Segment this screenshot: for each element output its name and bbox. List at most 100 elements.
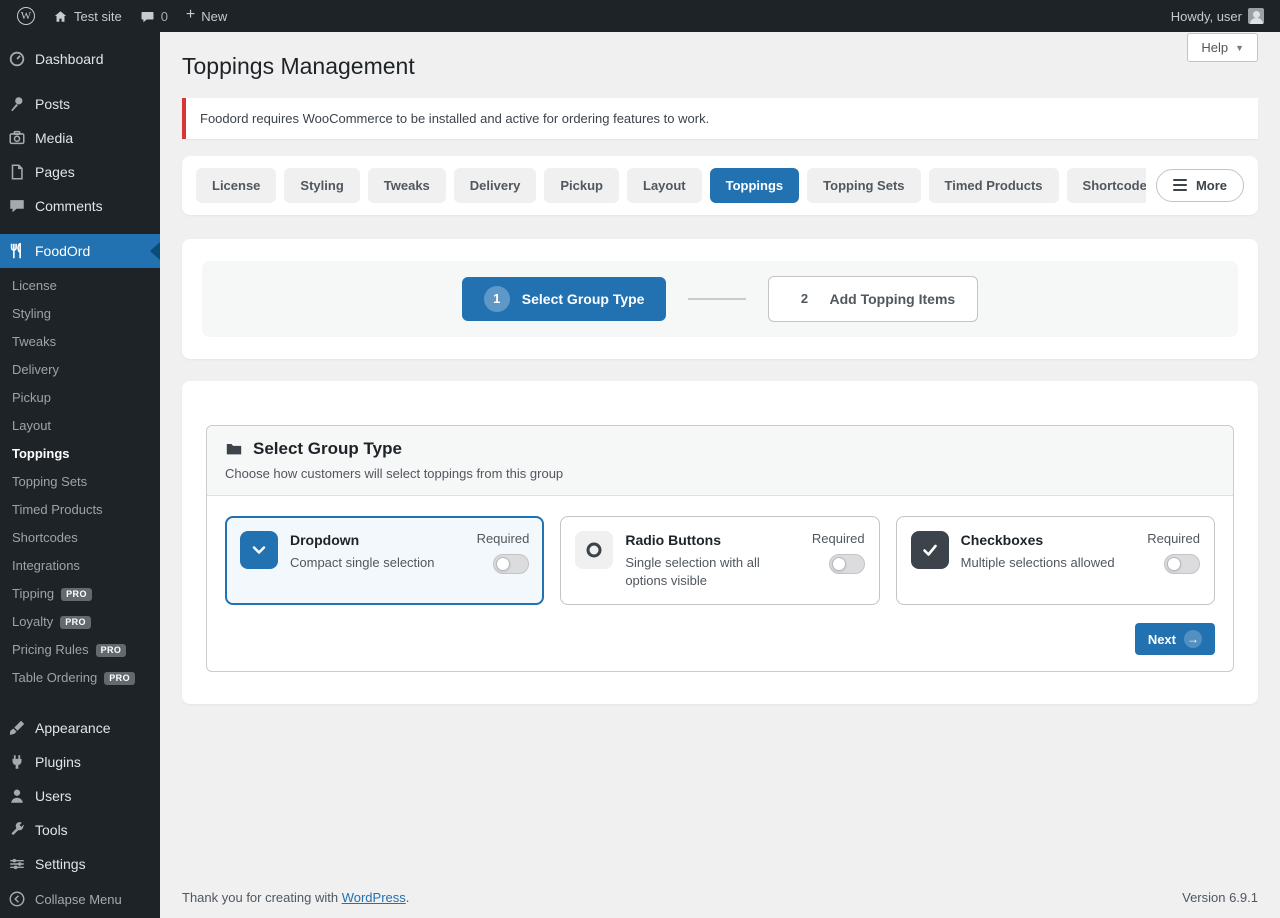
sidebar-item-label: Settings bbox=[35, 855, 86, 873]
submenu-label: Delivery bbox=[12, 363, 59, 377]
submenu-item-shortcodes[interactable]: Shortcodes bbox=[0, 524, 160, 552]
group-type-card: Select Group Type Choose how customers w… bbox=[182, 381, 1258, 704]
dashboard-icon bbox=[8, 50, 26, 68]
required-toggle[interactable] bbox=[1164, 554, 1200, 574]
account-menu[interactable]: Howdy, user bbox=[1171, 0, 1264, 32]
stepper: 1 Select Group Type 2 Add Topping Items bbox=[202, 261, 1238, 337]
tab-tweaks[interactable]: Tweaks bbox=[368, 168, 446, 203]
tab-topping-sets[interactable]: Topping Sets bbox=[807, 168, 920, 203]
main-content: Help ▼ Toppings Management Foodord requi… bbox=[160, 32, 1280, 918]
submenu-item-styling[interactable]: Styling bbox=[0, 300, 160, 328]
tab-license[interactable]: License bbox=[196, 168, 276, 203]
submenu-label: Pickup bbox=[12, 391, 51, 405]
brush-icon bbox=[8, 719, 26, 737]
submenu-item-pricing-rules[interactable]: Pricing RulesPRO bbox=[0, 636, 160, 664]
step-add-topping-items[interactable]: 2 Add Topping Items bbox=[768, 276, 978, 322]
submenu-item-delivery[interactable]: Delivery bbox=[0, 356, 160, 384]
person-icon bbox=[8, 787, 26, 805]
notice-text: Foodord requires WooCommerce to be insta… bbox=[200, 111, 709, 126]
folder-icon bbox=[225, 440, 243, 458]
checkmark-icon bbox=[911, 531, 949, 569]
panel-header: Select Group Type Choose how customers w… bbox=[207, 426, 1233, 496]
submenu-label: Shortcodes bbox=[12, 531, 78, 545]
hamburger-icon bbox=[1173, 179, 1187, 191]
submenu-item-integrations[interactable]: Integrations bbox=[0, 552, 160, 580]
tab-shortcodes[interactable]: Shortcodes bbox=[1067, 168, 1146, 203]
option-checkboxes[interactable]: Checkboxes Multiple selections allowed R… bbox=[896, 516, 1215, 605]
step-select-group-type[interactable]: 1 Select Group Type bbox=[462, 277, 667, 321]
submenu-label: Timed Products bbox=[12, 503, 103, 517]
group-type-panel: Select Group Type Choose how customers w… bbox=[206, 425, 1234, 672]
sidebar-item-label: Users bbox=[35, 787, 72, 805]
required-label: Required bbox=[477, 531, 530, 546]
help-label: Help bbox=[1201, 40, 1228, 55]
tabs-strip: License Styling Tweaks Delivery Pickup L… bbox=[196, 168, 1146, 203]
panel-body: Dropdown Compact single selection Requir… bbox=[207, 496, 1233, 671]
submenu-item-layout[interactable]: Layout bbox=[0, 412, 160, 440]
step-connector bbox=[688, 298, 746, 300]
tab-delivery[interactable]: Delivery bbox=[454, 168, 537, 203]
help-dropdown[interactable]: Help ▼ bbox=[1187, 33, 1258, 62]
more-tabs-button[interactable]: More bbox=[1156, 169, 1244, 202]
submenu-item-tipping[interactable]: TippingPRO bbox=[0, 580, 160, 608]
foodord-submenu: License Styling Tweaks Delivery Pickup L… bbox=[0, 268, 160, 700]
footer-version: Version 6.9.1 bbox=[1182, 890, 1258, 905]
required-toggle[interactable] bbox=[829, 554, 865, 574]
wordpress-link[interactable]: WordPress bbox=[342, 890, 406, 905]
plug-icon bbox=[8, 753, 26, 771]
comment-bubble-icon bbox=[140, 9, 155, 24]
sidebar-item-posts[interactable]: Posts bbox=[0, 87, 160, 121]
required-label: Required bbox=[812, 531, 865, 546]
submenu-label: Topping Sets bbox=[12, 475, 87, 489]
option-radio-buttons[interactable]: Radio Buttons Single selection with all … bbox=[560, 516, 879, 605]
sidebar-item-appearance[interactable]: Appearance bbox=[0, 711, 160, 745]
option-description: Multiple selections allowed bbox=[961, 554, 1136, 572]
site-name-menu[interactable]: Test site bbox=[44, 0, 131, 32]
new-content-menu[interactable]: + New bbox=[177, 0, 236, 32]
sidebar-item-users[interactable]: Users bbox=[0, 779, 160, 813]
menu-separator bbox=[0, 76, 160, 87]
step-label: Add Topping Items bbox=[829, 291, 955, 307]
tab-styling[interactable]: Styling bbox=[284, 168, 359, 203]
next-button[interactable]: Next → bbox=[1135, 623, 1215, 655]
tab-pickup[interactable]: Pickup bbox=[544, 168, 619, 203]
sidebar-item-label: Plugins bbox=[35, 753, 81, 771]
menu-separator bbox=[0, 223, 160, 234]
submenu-label: Styling bbox=[12, 307, 51, 321]
submenu-label: Tweaks bbox=[12, 335, 56, 349]
required-toggle[interactable] bbox=[493, 554, 529, 574]
sidebar-item-plugins[interactable]: Plugins bbox=[0, 745, 160, 779]
sidebar-item-dashboard[interactable]: Dashboard bbox=[0, 42, 160, 76]
tab-layout[interactable]: Layout bbox=[627, 168, 702, 203]
camera-icon bbox=[8, 129, 26, 147]
submenu-item-license[interactable]: License bbox=[0, 272, 160, 300]
sidebar-item-settings[interactable]: Settings bbox=[0, 847, 160, 881]
site-name-label: Test site bbox=[74, 9, 122, 24]
collapse-menu-button[interactable]: Collapse Menu bbox=[0, 881, 160, 918]
option-title: Dropdown bbox=[290, 532, 465, 548]
submenu-label: Integrations bbox=[12, 559, 80, 573]
submenu-item-topping-sets[interactable]: Topping Sets bbox=[0, 468, 160, 496]
submenu-item-tweaks[interactable]: Tweaks bbox=[0, 328, 160, 356]
collapse-arrow-icon bbox=[8, 890, 26, 908]
sidebar-item-foodord[interactable]: FoodOrd bbox=[0, 234, 160, 268]
sidebar-item-comments[interactable]: Comments bbox=[0, 189, 160, 223]
submenu-item-table-ordering[interactable]: Table OrderingPRO bbox=[0, 664, 160, 692]
sidebar-item-tools[interactable]: Tools bbox=[0, 813, 160, 847]
tab-timed-products[interactable]: Timed Products bbox=[929, 168, 1059, 203]
comments-bubble-menu[interactable]: 0 bbox=[131, 0, 177, 32]
submenu-item-toppings[interactable]: Toppings bbox=[0, 440, 160, 468]
sidebar-item-label: Dashboard bbox=[35, 50, 104, 68]
option-description: Single selection with all options visibl… bbox=[625, 554, 800, 590]
option-dropdown[interactable]: Dropdown Compact single selection Requir… bbox=[225, 516, 544, 605]
sidebar-item-pages[interactable]: Pages bbox=[0, 155, 160, 189]
submenu-item-loyalty[interactable]: LoyaltyPRO bbox=[0, 608, 160, 636]
submenu-item-timed-products[interactable]: Timed Products bbox=[0, 496, 160, 524]
submenu-label: Table Ordering bbox=[12, 671, 97, 685]
sidebar-item-media[interactable]: Media bbox=[0, 121, 160, 155]
submenu-item-pickup[interactable]: Pickup bbox=[0, 384, 160, 412]
settings-tabs-bar: License Styling Tweaks Delivery Pickup L… bbox=[182, 156, 1258, 215]
tab-toppings[interactable]: Toppings bbox=[710, 168, 800, 203]
wordpress-logo-menu[interactable]: W bbox=[8, 0, 44, 32]
home-icon bbox=[53, 9, 68, 24]
